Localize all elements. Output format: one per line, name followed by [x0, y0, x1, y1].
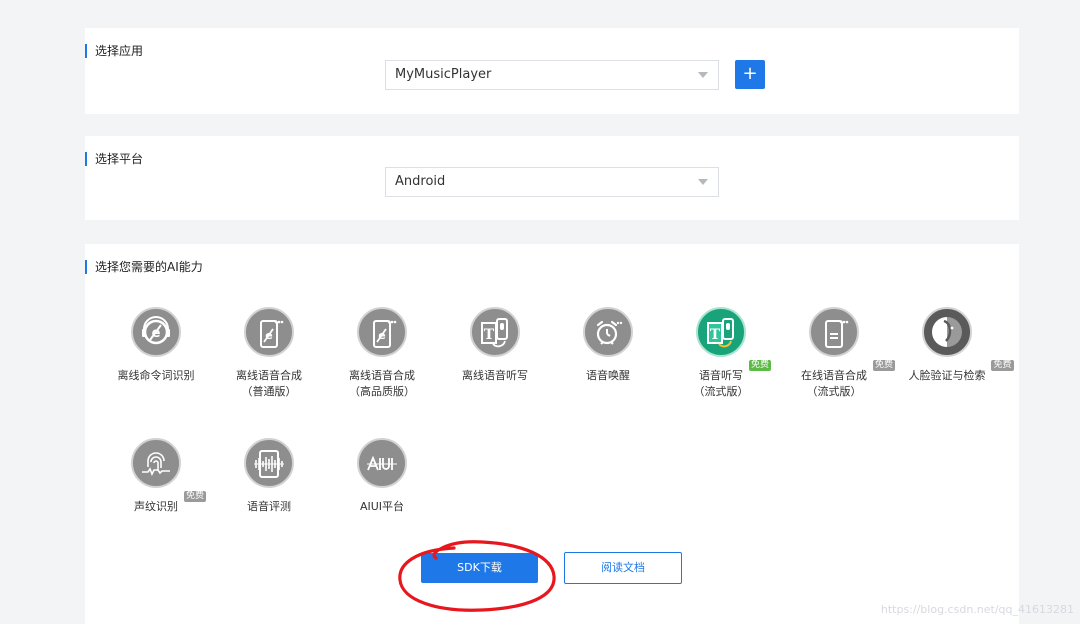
ability-speech-eval[interactable]: 语音评测: [212, 438, 326, 515]
voice-wakeup-icon: [583, 307, 633, 357]
app-select-dropdown[interactable]: MyMusicPlayer: [385, 60, 719, 90]
ability-name: 语音评测: [247, 500, 291, 513]
ability-name: 离线语音合成: [349, 369, 415, 382]
ability-offline-tts-hq[interactable]: e 离线语音合成 （高品质版）: [325, 307, 439, 400]
online-tts-icon: [809, 307, 859, 357]
platform-select-value: Android: [395, 174, 446, 189]
chevron-down-icon: [698, 179, 708, 185]
ability-name: 语音听写 免费: [699, 360, 771, 382]
ability-name: AIUI平台: [359, 500, 405, 513]
platform-select-dropdown[interactable]: Android: [385, 167, 719, 197]
watermark-text: https://blog.csdn.net/qq_41613281: [880, 603, 1074, 616]
ai-ability-panel: 选择您需要的AI能力 e 离线命令词识别 e 离线语音合成 （普通版） e 离线…: [85, 244, 1019, 624]
sdk-download-button[interactable]: SDK下载: [421, 553, 538, 583]
ability-name: 声纹识别 免费: [134, 491, 206, 513]
ability-name: 语音唤醒: [586, 369, 630, 382]
free-badge: 免费: [748, 360, 771, 371]
ability-offline-dictation[interactable]: T 离线语音听写: [438, 307, 552, 384]
chevron-down-icon: [698, 72, 708, 78]
ability-variant: （高品质版）: [349, 385, 415, 398]
ability-face-verify[interactable]: 人脸验证与检索 免费: [890, 307, 1014, 384]
ability-online-tts[interactable]: 在线语音合成 免费 （流式版）: [777, 307, 895, 400]
offline-tts-hq-icon: e: [357, 307, 407, 357]
aiui-icon: [357, 438, 407, 488]
read-docs-button[interactable]: 阅读文档: [564, 552, 682, 584]
ability-variant: （流式版）: [693, 385, 749, 398]
ability-variant: （普通版）: [241, 385, 297, 398]
ability-variant: （流式版）: [806, 385, 862, 398]
svg-text:T: T: [484, 327, 495, 343]
ability-name: 在线语音合成 免费: [801, 360, 895, 382]
platform-select-panel: 选择平台 Android: [85, 136, 1019, 220]
face-verify-icon: [922, 307, 972, 357]
app-select-value: MyMusicPlayer: [395, 67, 492, 82]
app-section-title: 选择应用: [85, 43, 143, 59]
ability-voice-wakeup[interactable]: 语音唤醒: [551, 307, 665, 384]
offline-dictation-icon: T: [470, 307, 520, 357]
free-badge: 免费: [183, 491, 206, 502]
ability-name: 离线语音听写: [462, 369, 528, 382]
offline-tts-icon: e: [244, 307, 294, 357]
ability-name: 离线命令词识别: [117, 369, 195, 382]
ability-offline-command[interactable]: e 离线命令词识别: [99, 307, 213, 384]
platform-section-title: 选择平台: [85, 151, 143, 167]
speech-eval-icon: [244, 438, 294, 488]
free-badge: 免费: [991, 360, 1014, 371]
ability-name: 离线语音合成: [236, 369, 302, 382]
svg-text:T: T: [710, 327, 721, 343]
ability-offline-tts[interactable]: e 离线语音合成 （普通版）: [212, 307, 326, 400]
ability-section-title: 选择您需要的AI能力: [85, 259, 203, 275]
add-app-button[interactable]: +: [735, 60, 765, 89]
ability-name: 人脸验证与检索 免费: [908, 360, 1014, 382]
offline-command-icon: e: [131, 307, 181, 357]
app-select-panel: 选择应用 MyMusicPlayer +: [85, 28, 1019, 114]
ability-voiceprint[interactable]: 声纹识别 免费: [99, 438, 213, 515]
ability-dictation[interactable]: T 语音听写 免费 （流式版）: [664, 307, 778, 400]
voiceprint-icon: [131, 438, 181, 488]
ability-aiui[interactable]: AIUI平台: [325, 438, 439, 515]
dictation-icon: T: [696, 307, 746, 357]
